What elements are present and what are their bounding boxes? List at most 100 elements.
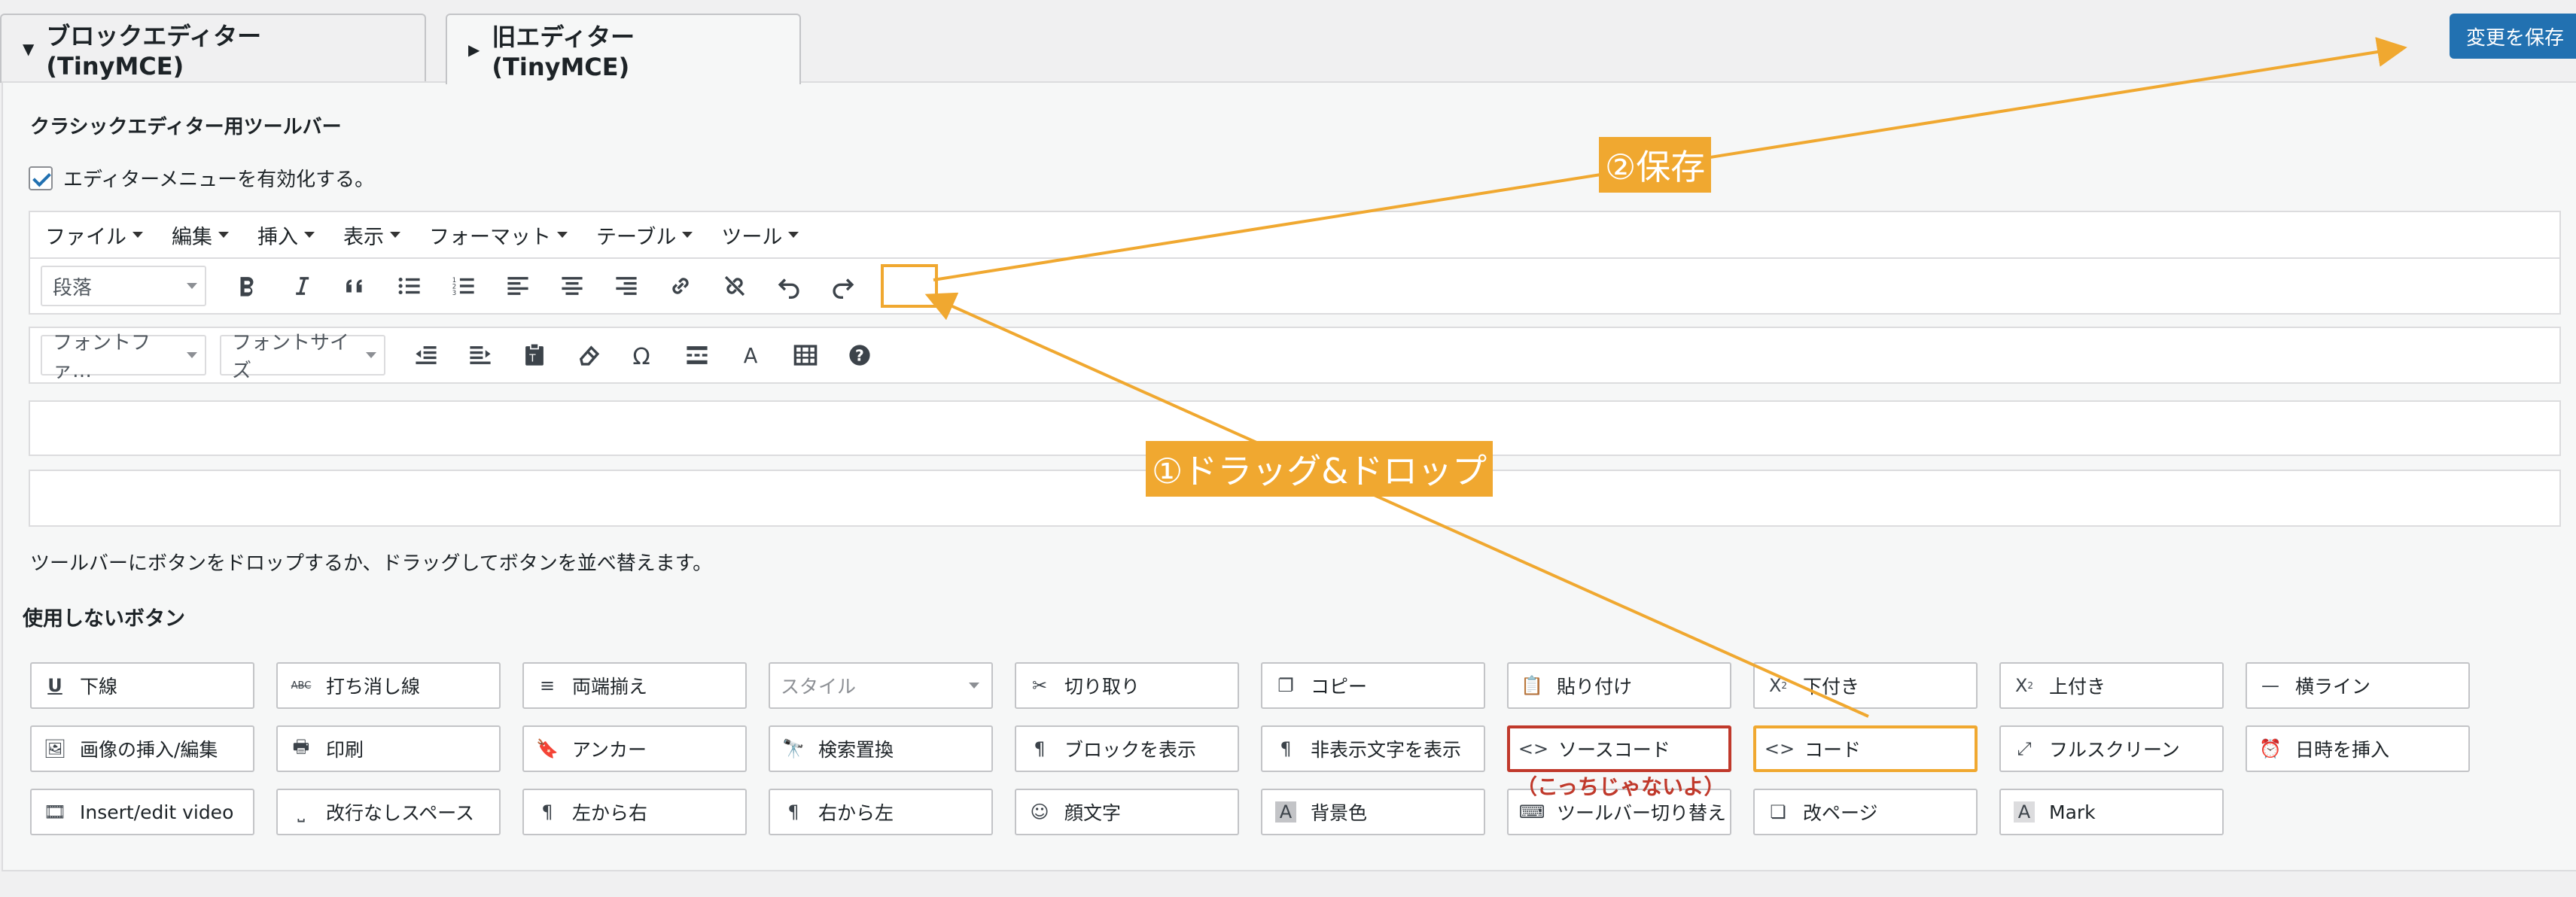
unused-button-label: ツールバー切り替え <box>1557 802 1727 824</box>
align-center-icon[interactable] <box>545 265 599 307</box>
section-title: クラシックエディター用ツールバー <box>30 116 342 138</box>
numbered-list-icon[interactable]: 123 <box>437 265 491 307</box>
paragraph-format-select[interactable]: 段落 <box>41 266 206 306</box>
unused-button-label: Mark <box>2049 801 2096 823</box>
unused-button-fullscreen[interactable]: ⤢ フルスクリーン <box>1999 725 2224 772</box>
unused-button-rtl[interactable]: ¶ 右から左 <box>769 789 993 835</box>
save-changes-button[interactable]: 変更を保存 <box>2450 14 2576 59</box>
unused-button-label: 改行なしスペース <box>326 802 475 824</box>
style-select[interactable]: スタイル <box>769 662 993 709</box>
menu-table[interactable]: テーブル <box>596 220 693 250</box>
caret-down-icon: ▼ <box>23 40 35 58</box>
unused-button-ltr[interactable]: ¶ 左から右 <box>522 789 747 835</box>
unused-button-horizontal-line[interactable]: — 横ライン <box>2246 662 2470 709</box>
link-icon[interactable] <box>653 265 708 307</box>
unused-button-mark[interactable]: A Mark <box>1999 789 2224 835</box>
drop-target-slot[interactable] <box>881 264 938 308</box>
unused-button-background-color[interactable]: A 背景色 <box>1261 789 1485 835</box>
background-color-icon: A <box>1273 799 1299 825</box>
unused-button-print[interactable]: 🖶 印刷 <box>276 725 501 772</box>
unused-button-video[interactable]: 🎞 Insert/edit video <box>30 789 254 835</box>
unused-button-label: 非表示文字を表示 <box>1311 739 1462 761</box>
menu-edit[interactable]: 編集 <box>172 220 229 250</box>
unused-buttons-title: 使用しないボタン <box>23 607 185 631</box>
menu-view[interactable]: 表示 <box>343 220 400 250</box>
print-icon: 🖶 <box>292 735 310 757</box>
unused-button-label: 下付き <box>1803 676 1860 698</box>
unused-button-label: 画像の挿入/編集 <box>80 739 218 761</box>
font-family-select[interactable]: フォントファ… <box>41 332 206 382</box>
unused-button-copy[interactable]: ❐ コピー <box>1261 662 1485 709</box>
page-break-icon: ❏ <box>1770 801 1786 823</box>
align-right-icon[interactable] <box>599 265 653 307</box>
font-size-select[interactable]: フォントサイズ <box>220 332 385 382</box>
fullscreen-icon: ⤢ <box>2017 738 2032 759</box>
menu-insert[interactable]: 挿入 <box>257 220 315 250</box>
code-icon: <> <box>1764 738 1795 759</box>
clear-format-icon[interactable] <box>562 334 616 376</box>
unused-button-label: 改ページ <box>1803 802 1878 824</box>
unused-button-show-blocks[interactable]: ¶ ブロックを表示 <box>1015 725 1239 772</box>
unused-button-superscript[interactable]: X 2 上付き <box>1999 662 2224 709</box>
unused-button-cut[interactable]: ✂ 切り取り <box>1015 662 1239 709</box>
table-icon[interactable] <box>778 334 833 376</box>
unused-button-datetime[interactable]: ⏰ 日時を挿入 <box>2246 725 2470 772</box>
unused-button-label: 上付き <box>2049 676 2106 698</box>
text-color-icon[interactable]: A <box>724 334 778 376</box>
unused-button-label: ソースコード <box>1558 739 1670 761</box>
help-icon[interactable]: ? <box>833 334 887 376</box>
special-char-icon[interactable]: Ω <box>616 334 670 376</box>
svg-text:T: T <box>528 353 536 365</box>
menu-format[interactable]: フォーマット <box>429 220 568 250</box>
unused-button-label: 横ライン <box>2295 676 2371 698</box>
unused-button-label: コピー <box>1311 676 1368 698</box>
tab-classic-editor-label: 旧エディター (TinyMCE) <box>492 23 635 81</box>
unused-button-label: 両端揃え <box>572 676 648 698</box>
mark-icon: A <box>2011 799 2037 825</box>
strikethrough-icon: ABC <box>291 680 312 692</box>
unused-button-label: 背景色 <box>1311 802 1368 824</box>
unlink-icon[interactable] <box>708 265 762 307</box>
unused-button-label: コード <box>1804 739 1862 761</box>
unused-button-image[interactable]: 🖼 画像の挿入/編集 <box>30 725 254 772</box>
search-replace-icon: 🔭 <box>782 738 805 759</box>
tab-classic-editor[interactable]: ▶ 旧エディター (TinyMCE) <box>446 14 801 84</box>
italic-icon[interactable] <box>274 265 328 307</box>
unused-button-underline[interactable]: U 下線 <box>30 662 254 709</box>
unused-button-page-break[interactable]: ❏ 改ページ <box>1753 789 1978 835</box>
tab-block-editor[interactable]: ▼ ブロックエディター (TinyMCE) <box>0 14 426 83</box>
bold-icon[interactable] <box>220 265 274 307</box>
save-callout: ②保存 <box>1599 137 1712 193</box>
enable-menu-checkbox[interactable] <box>29 166 53 190</box>
unused-button-anchor[interactable]: 🔖 アンカー <box>522 725 747 772</box>
menu-file[interactable]: ファイル <box>45 220 143 250</box>
unused-button-show-invisibles[interactable]: ¶ 非表示文字を表示 <box>1261 725 1485 772</box>
unused-button-code[interactable]: <> コード <box>1753 725 1978 772</box>
unused-button-source-code[interactable]: <> ソースコード <box>1507 725 1731 772</box>
read-more-icon[interactable] <box>670 334 724 376</box>
indent-icon[interactable] <box>453 334 507 376</box>
bullet-list-icon[interactable] <box>382 265 437 307</box>
blockquote-icon[interactable] <box>328 265 382 307</box>
outdent-icon[interactable] <box>399 334 453 376</box>
unused-button-subscript[interactable]: X 2 下付き <box>1753 662 1978 709</box>
unused-button-paste[interactable]: 📋 貼り付け <box>1507 662 1731 709</box>
unused-button-nbsp[interactable]: ⎵ 改行なしスペース <box>276 789 501 835</box>
unused-button-label: 印刷 <box>326 739 364 761</box>
unused-button-search-replace[interactable]: 🔭 検索置換 <box>769 725 993 772</box>
paste-text-icon[interactable]: T <box>507 334 562 376</box>
unused-button-label: 顔文字 <box>1064 802 1122 824</box>
datetime-icon: ⏰ <box>2259 738 2282 759</box>
unused-button-strikethrough[interactable]: ABC 打ち消し線 <box>276 662 501 709</box>
svg-text:?: ? <box>855 347 864 365</box>
unused-button-label: 検索置換 <box>818 739 894 761</box>
redo-icon[interactable] <box>816 265 870 307</box>
unused-button-emoticons[interactable]: ☺ 顔文字 <box>1015 789 1239 835</box>
toolbar-row-1: 段落 123 <box>29 257 2561 315</box>
unused-button-justify[interactable]: ≡ 両端揃え <box>522 662 747 709</box>
paste-icon: 📋 <box>1521 675 1543 696</box>
align-left-icon[interactable] <box>491 265 545 307</box>
menu-tools[interactable]: ツール <box>721 220 799 250</box>
undo-icon[interactable] <box>762 265 816 307</box>
unused-button-label: 左から右 <box>572 802 648 824</box>
